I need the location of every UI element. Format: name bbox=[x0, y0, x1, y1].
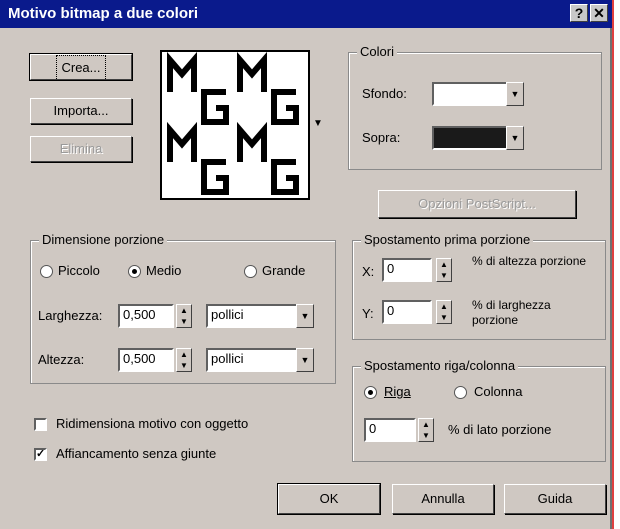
title-bar: Motivo bitmap a due colori ? ✕ bbox=[0, 0, 612, 28]
radio-medio[interactable] bbox=[128, 265, 141, 278]
altezza-label: Altezza: bbox=[38, 352, 85, 367]
preview-dropdown-arrow-icon[interactable]: ▼ bbox=[313, 118, 323, 129]
spin-down-icon[interactable]: ▼ bbox=[437, 270, 451, 281]
affiancamento-checkbox[interactable]: ✓ bbox=[34, 448, 47, 461]
offset-x-label: X: bbox=[362, 264, 375, 279]
guida-button[interactable]: Guida bbox=[504, 484, 606, 514]
ridimensiona-label: Ridimensiona motivo con oggetto bbox=[56, 416, 249, 431]
crea-button[interactable]: Crea... bbox=[29, 53, 133, 81]
radio-piccolo-label: Piccolo bbox=[58, 263, 100, 278]
offset-x-input[interactable]: 0 bbox=[382, 258, 432, 282]
ok-button[interactable]: OK bbox=[277, 483, 381, 515]
offset-y-desc: % di larghezza porzione bbox=[472, 298, 551, 327]
spostamento-riga-colonna-label: Spostamento riga/colonna bbox=[361, 358, 519, 373]
sfondo-color-swatch[interactable] bbox=[432, 82, 508, 106]
radio-grande[interactable] bbox=[244, 265, 257, 278]
offset-x-spinner[interactable]: ▲ ▼ bbox=[436, 258, 452, 282]
radio-colonna-label: Colonna bbox=[474, 384, 523, 399]
riga-colonna-input[interactable]: 0 bbox=[364, 418, 416, 442]
larghezza-unit-select[interactable]: pollici bbox=[206, 304, 298, 328]
dialog-title: Motivo bitmap a due colori bbox=[8, 5, 199, 22]
sopra-label: Sopra: bbox=[362, 130, 401, 145]
importa-button[interactable]: Importa... bbox=[30, 98, 132, 124]
spin-up-icon[interactable]: ▲ bbox=[177, 349, 191, 360]
spin-down-icon[interactable]: ▼ bbox=[437, 312, 451, 323]
spin-down-icon[interactable]: ▼ bbox=[419, 430, 433, 441]
larghezza-label: Larghezza: bbox=[38, 308, 103, 323]
edge-marker bbox=[612, 0, 614, 529]
sopra-dropdown-arrow-icon[interactable]: ▼ bbox=[506, 126, 524, 150]
crea-label: Crea... bbox=[56, 55, 106, 81]
altezza-unit-select[interactable]: pollici bbox=[206, 348, 298, 372]
help-question-button[interactable]: ? bbox=[570, 4, 588, 22]
dimensione-porzione-label: Dimensione porzione bbox=[39, 232, 168, 247]
spostamento-prima-porzione-label: Spostamento prima porzione bbox=[361, 232, 534, 247]
dialog-window: Motivo bitmap a due colori ? ✕ Crea... I… bbox=[0, 0, 612, 529]
altezza-spinner[interactable]: ▲ ▼ bbox=[176, 348, 192, 372]
larghezza-spinner[interactable]: ▲ ▼ bbox=[176, 304, 192, 328]
spin-up-icon[interactable]: ▲ bbox=[177, 305, 191, 316]
altezza-unit-dropdown-icon[interactable]: ▼ bbox=[296, 348, 314, 372]
colori-group-label: Colori bbox=[357, 44, 397, 59]
riga-colonna-spinner[interactable]: ▲ ▼ bbox=[418, 418, 434, 442]
elimina-button[interactable]: Elimina bbox=[30, 136, 132, 162]
spin-down-icon[interactable]: ▼ bbox=[177, 316, 191, 327]
radio-grande-label: Grande bbox=[262, 263, 306, 278]
larghezza-unit-dropdown-icon[interactable]: ▼ bbox=[296, 304, 314, 328]
pattern-preview[interactable] bbox=[160, 50, 310, 200]
spostamento-riga-colonna-group: Spostamento riga/colonna bbox=[352, 358, 606, 462]
radio-medio-label: Medio bbox=[146, 263, 182, 278]
annulla-button[interactable]: Annulla bbox=[392, 484, 494, 514]
altezza-input[interactable]: 0,500 bbox=[118, 348, 174, 372]
sopra-color-swatch[interactable] bbox=[432, 126, 508, 150]
offset-x-desc: % di altezza porzione bbox=[472, 254, 587, 268]
opzioni-postscript-button[interactable]: Opzioni PostScript... bbox=[378, 190, 576, 218]
offset-y-spinner[interactable]: ▲ ▼ bbox=[436, 300, 452, 324]
close-button[interactable]: ✕ bbox=[590, 4, 608, 22]
radio-piccolo[interactable] bbox=[40, 265, 53, 278]
radio-riga[interactable] bbox=[364, 386, 377, 399]
colori-group: Colori bbox=[348, 44, 602, 170]
spin-up-icon[interactable]: ▲ bbox=[437, 301, 451, 312]
spin-down-icon[interactable]: ▼ bbox=[177, 360, 191, 371]
radio-riga-label: Riga bbox=[384, 384, 411, 399]
affiancamento-label: Affiancamento senza giunte bbox=[56, 446, 217, 461]
sfondo-label: Sfondo: bbox=[362, 86, 407, 101]
offset-y-label: Y: bbox=[362, 306, 374, 321]
pattern-preview-image bbox=[167, 51, 299, 195]
riga-colonna-desc: % di lato porzione bbox=[448, 422, 552, 437]
sfondo-dropdown-arrow-icon[interactable]: ▼ bbox=[506, 82, 524, 106]
ridimensiona-checkbox[interactable] bbox=[34, 418, 47, 431]
spin-up-icon[interactable]: ▲ bbox=[419, 419, 433, 430]
larghezza-input[interactable]: 0,500 bbox=[118, 304, 174, 328]
offset-y-input[interactable]: 0 bbox=[382, 300, 432, 324]
spin-up-icon[interactable]: ▲ bbox=[437, 259, 451, 270]
radio-colonna[interactable] bbox=[454, 386, 467, 399]
